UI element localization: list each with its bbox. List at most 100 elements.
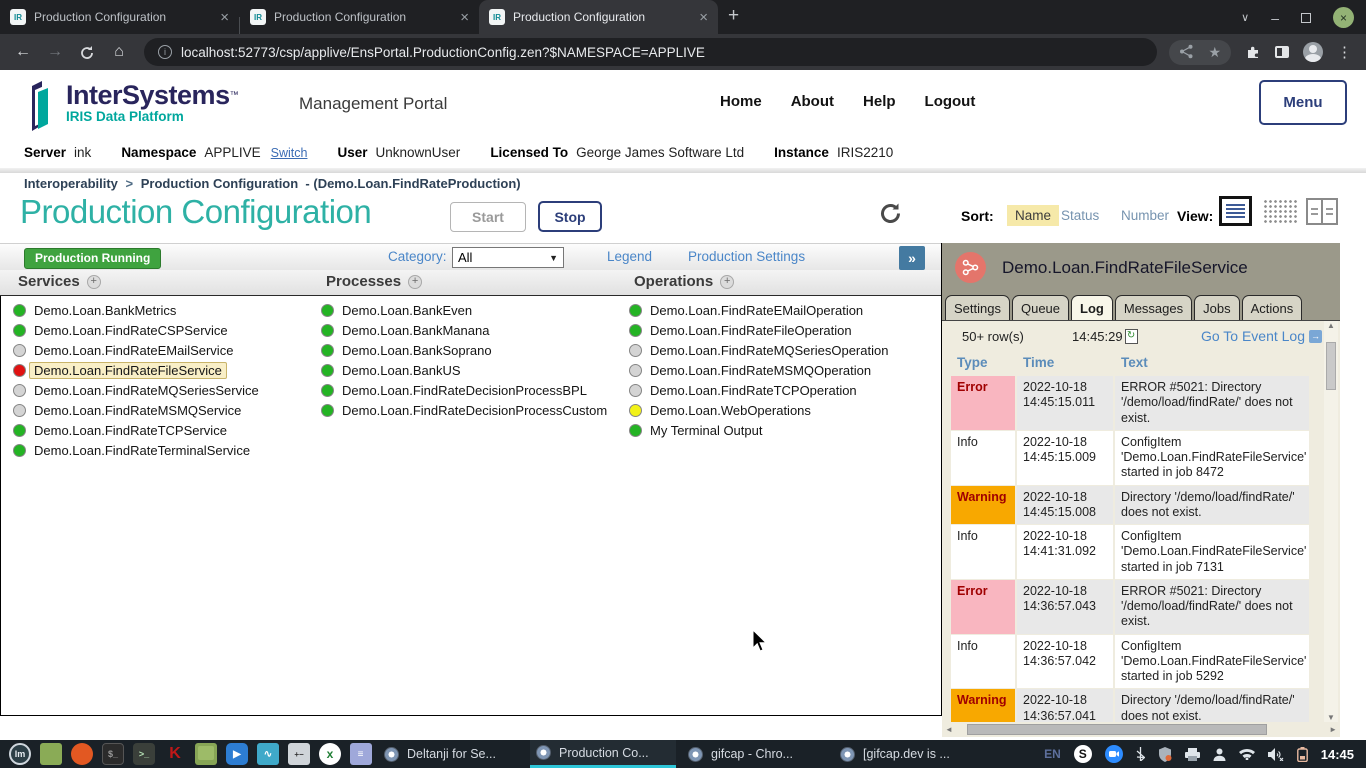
home-icon[interactable]: ⌂ xyxy=(106,43,132,61)
refresh-icon[interactable] xyxy=(877,200,904,232)
tab-queue[interactable]: Queue xyxy=(1012,295,1069,320)
col-header-type[interactable]: Type xyxy=(951,352,1015,375)
config-item[interactable]: Demo.Loan.FindRateMSMQService xyxy=(13,400,313,420)
back-icon[interactable]: ← xyxy=(10,43,36,61)
terminal-icon[interactable]: $_ xyxy=(102,743,124,765)
scroll-left-icon[interactable]: ◄ xyxy=(945,725,953,734)
vertical-scrollbar[interactable]: ▲ ▼ xyxy=(1324,321,1338,722)
tab-jobs[interactable]: Jobs xyxy=(1194,295,1239,320)
log-row[interactable]: Error 2022-10-1814:45:15.011 ERROR #5021… xyxy=(951,376,1309,430)
tab-settings[interactable]: Settings xyxy=(945,295,1010,320)
folder-icon[interactable] xyxy=(195,743,217,765)
nav-home-link[interactable]: Home xyxy=(720,93,762,110)
sort-by-number[interactable]: Number xyxy=(1121,208,1169,223)
battery-icon[interactable] xyxy=(1297,747,1308,762)
stop-button[interactable]: Stop xyxy=(538,201,602,232)
deltanji-icon[interactable]: K xyxy=(164,743,186,765)
window-button-gifcap-dev[interactable]: [gifcap.dev is ... xyxy=(834,740,980,768)
notes-icon[interactable]: ≡ xyxy=(350,743,372,765)
window-button-production-active[interactable]: Production Co... xyxy=(530,740,676,768)
mint-menu-icon[interactable]: lm xyxy=(9,743,31,765)
new-tab-button[interactable]: + xyxy=(728,5,739,27)
maximize-button[interactable] xyxy=(1301,13,1311,23)
view-split-icon[interactable] xyxy=(1306,198,1338,225)
config-item[interactable]: Demo.Loan.BankEven xyxy=(321,300,621,320)
log-row[interactable]: Warning 2022-10-1814:45:15.008 Directory… xyxy=(951,486,1309,525)
auto-refresh-icon[interactable]: ↻ xyxy=(1125,329,1138,344)
nav-about-link[interactable]: About xyxy=(791,93,834,110)
browser-tab-1[interactable]: IR Production Configuration × xyxy=(0,0,239,34)
security-shield-icon[interactable] xyxy=(1158,747,1172,762)
production-settings-link[interactable]: Production Settings xyxy=(688,249,805,264)
view-list-icon[interactable] xyxy=(1219,196,1252,226)
system-monitor-icon[interactable]: ∿ xyxy=(257,743,279,765)
config-item[interactable]: Demo.Loan.FindRateTerminalService xyxy=(13,440,313,460)
sort-by-name[interactable]: Name xyxy=(1007,205,1059,226)
legend-link[interactable]: Legend xyxy=(607,249,652,264)
side-panel-icon[interactable] xyxy=(1275,46,1289,58)
browser-menu-icon[interactable]: ⋮ xyxy=(1337,43,1352,61)
skype-icon[interactable]: S xyxy=(1074,745,1092,763)
printer-icon[interactable] xyxy=(1185,748,1200,761)
category-select[interactable]: All ▼ xyxy=(452,247,564,268)
config-item[interactable]: Demo.Loan.FindRateDecisionProcessCustom xyxy=(321,400,621,420)
config-item[interactable]: Demo.Loan.FindRateTCPService xyxy=(13,420,313,440)
extensions-puzzle-icon[interactable] xyxy=(1245,44,1261,60)
tab-actions[interactable]: Actions xyxy=(1242,295,1303,320)
config-item[interactable]: Demo.Loan.FindRateMQSeriesOperation xyxy=(629,340,929,360)
config-item[interactable]: Demo.Loan.FindRateEMailService xyxy=(13,340,313,360)
col-header-time[interactable]: Time xyxy=(1017,352,1113,375)
terminal-alt-icon[interactable]: >_ xyxy=(133,743,155,765)
site-info-icon[interactable]: i xyxy=(158,45,172,59)
config-item[interactable]: Demo.Loan.FindRateEMailOperation xyxy=(629,300,929,320)
col-header-text[interactable]: Text xyxy=(1115,352,1309,375)
view-grid-icon[interactable] xyxy=(1263,199,1297,224)
bookmark-star-icon[interactable]: ★ xyxy=(1208,44,1221,61)
calculator-icon[interactable]: +− xyxy=(288,743,310,765)
tab-search-icon[interactable]: ∨ xyxy=(1241,11,1249,24)
start-button[interactable]: Start xyxy=(450,202,526,232)
bluetooth-icon[interactable] xyxy=(1136,747,1145,761)
address-bar[interactable]: i localhost:52773/csp/applive/EnsPortal.… xyxy=(144,38,1157,66)
share-icon[interactable] xyxy=(1179,44,1194,61)
video-app-icon[interactable]: ▶ xyxy=(226,743,248,765)
tab-close-icon[interactable]: × xyxy=(699,10,708,25)
horizontal-scrollbar[interactable]: ◄ ► xyxy=(942,722,1340,737)
breadcrumb-root-link[interactable]: Interoperability xyxy=(24,176,118,191)
tab-log[interactable]: Log xyxy=(1071,295,1113,320)
language-indicator[interactable]: EN xyxy=(1044,747,1061,761)
app-store-icon[interactable] xyxy=(71,743,93,765)
config-item[interactable]: Demo.Loan.FindRateTCPOperation xyxy=(629,380,929,400)
scroll-right-icon[interactable]: ► xyxy=(1329,725,1337,734)
profile-avatar[interactable] xyxy=(1303,42,1323,62)
tab-messages[interactable]: Messages xyxy=(1115,295,1192,320)
user-status-icon[interactable] xyxy=(1213,748,1226,761)
volume-muted-icon[interactable] xyxy=(1268,748,1284,761)
scroll-up-icon[interactable]: ▲ xyxy=(1327,321,1335,330)
window-button-deltanji[interactable]: Deltanji for Se... xyxy=(378,740,524,768)
log-row[interactable]: Info 2022-10-1814:41:31.092 ConfigItem '… xyxy=(951,525,1309,579)
scrollbar-thumb[interactable] xyxy=(967,724,1267,735)
nav-help-link[interactable]: Help xyxy=(863,93,896,110)
config-item-selected[interactable]: Demo.Loan.FindRateFileService xyxy=(13,360,313,380)
reload-icon[interactable] xyxy=(74,43,100,61)
menu-button[interactable]: Menu xyxy=(1259,80,1347,125)
switch-link[interactable]: Switch xyxy=(271,146,308,160)
config-item[interactable]: My Terminal Output xyxy=(629,420,929,440)
config-item[interactable]: Demo.Loan.FindRateFileOperation xyxy=(629,320,929,340)
config-item[interactable]: Demo.Loan.BankUS xyxy=(321,360,621,380)
config-item[interactable]: Demo.Loan.BankMetrics xyxy=(13,300,313,320)
config-item[interactable]: Demo.Loan.FindRateDecisionProcessBPL xyxy=(321,380,621,400)
file-manager-icon[interactable] xyxy=(40,743,62,765)
scrollbar-thumb[interactable] xyxy=(1326,342,1336,390)
log-row[interactable]: Warning 2022-10-1814:36:57.041 Directory… xyxy=(951,689,1309,722)
window-button-gifcap[interactable]: gifcap - Chro... xyxy=(682,740,828,768)
config-item[interactable]: Demo.Loan.FindRateMSMQOperation xyxy=(629,360,929,380)
config-item[interactable]: Demo.Loan.BankManana xyxy=(321,320,621,340)
config-item[interactable]: Demo.Loan.BankSoprano xyxy=(321,340,621,360)
add-service-button[interactable]: + xyxy=(87,275,101,289)
config-item[interactable]: Demo.Loan.FindRateCSPService xyxy=(13,320,313,340)
config-item[interactable]: Demo.Loan.WebOperations xyxy=(629,400,929,420)
config-item[interactable]: Demo.Loan.FindRateMQSeriesService xyxy=(13,380,313,400)
tab-close-icon[interactable]: × xyxy=(460,10,469,25)
